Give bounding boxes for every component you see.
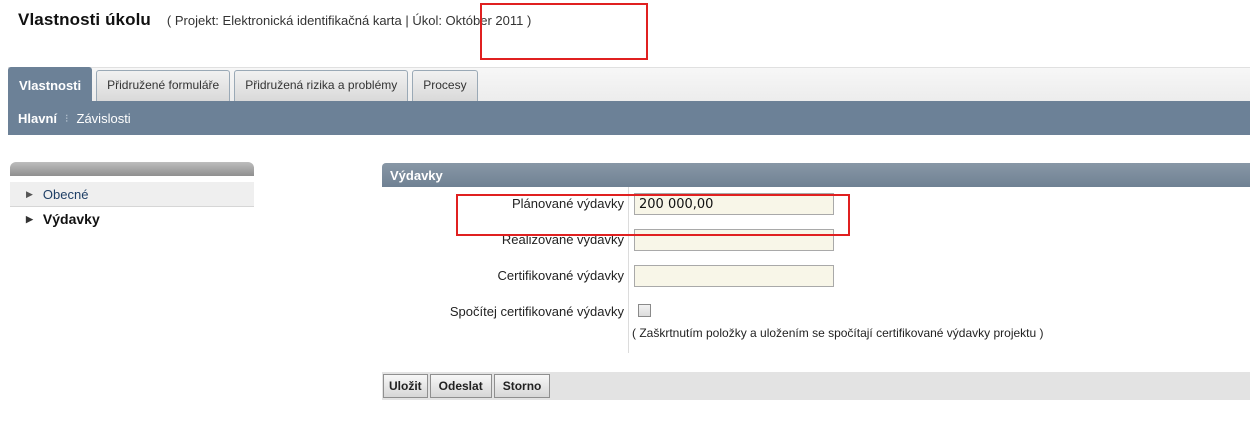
sidebar-item-label: Výdavky [42, 211, 100, 227]
triangle-right-icon: ▶ [26, 188, 33, 199]
button-bar: Uložit Odeslat Storno [382, 372, 1250, 400]
title-row: Vlastnosti úkolu ( Projekt: Elektronická… [18, 10, 531, 30]
triangle-right-icon: ▶ [26, 213, 33, 224]
page: Vlastnosti úkolu ( Projekt: Elektronická… [0, 0, 1250, 446]
certified-expenses-input[interactable] [634, 265, 834, 287]
page-subtitle: ( Projekt: Elektronická identifikačná ka… [166, 13, 532, 28]
tab-procesy[interactable]: Procesy [412, 70, 478, 101]
sidebar-item-label: Obecné [42, 186, 89, 202]
calc-certified-note: ( Zaškrtnutím položky a uložením se spoč… [632, 326, 1044, 340]
tab-bar: Vlastnosti Přidružené formuláře Přidruže… [8, 67, 482, 101]
sidebar-item-vydavky[interactable]: ▶ Výdavky [10, 206, 254, 231]
page-title: Vlastnosti úkolu [18, 10, 151, 29]
calc-certified-label: Spočítej certifikované výdavky [449, 304, 624, 319]
subnav-separator: ⁝ [65, 112, 69, 125]
expenses-panel: Výdavky Plánované výdavky Realizované vý… [382, 163, 1250, 400]
subnav-item-hlavni[interactable]: Hlavní [18, 111, 57, 126]
form-row-calc-certified: Spočítej certifikované výdavky ( Zaškrtn… [382, 295, 1250, 353]
sidebar-item-obecne[interactable]: ▶ Obecné [10, 182, 254, 206]
tab-pridruzena-rizika[interactable]: Přidružená rizika a problémy [234, 70, 409, 101]
highlight-box-planned [456, 194, 850, 236]
divider [628, 259, 629, 295]
form-row-certified: Certifikované výdavky [382, 259, 1250, 295]
subnav-item-zavislosti[interactable]: Závislosti [77, 111, 131, 126]
tab-vlastnosti[interactable]: Vlastnosti [8, 67, 93, 101]
sidebar-header [10, 162, 254, 176]
sidebar: ▶ Obecné ▶ Výdavky [10, 162, 254, 231]
subnav-bar: Hlavní ⁝ Závislosti [8, 101, 1250, 135]
panel-title: Výdavky [382, 163, 1250, 187]
save-button[interactable]: Uložit [383, 374, 428, 398]
tab-pridruzene-formulare[interactable]: Přidružené formuláře [96, 70, 231, 101]
highlight-box-task [480, 3, 648, 60]
send-button[interactable]: Odeslat [429, 374, 492, 398]
calc-certified-checkbox[interactable] [638, 304, 651, 317]
divider [628, 295, 629, 353]
cancel-button[interactable]: Storno [493, 374, 551, 398]
certified-expenses-label: Certifikované výdavky [497, 268, 624, 283]
